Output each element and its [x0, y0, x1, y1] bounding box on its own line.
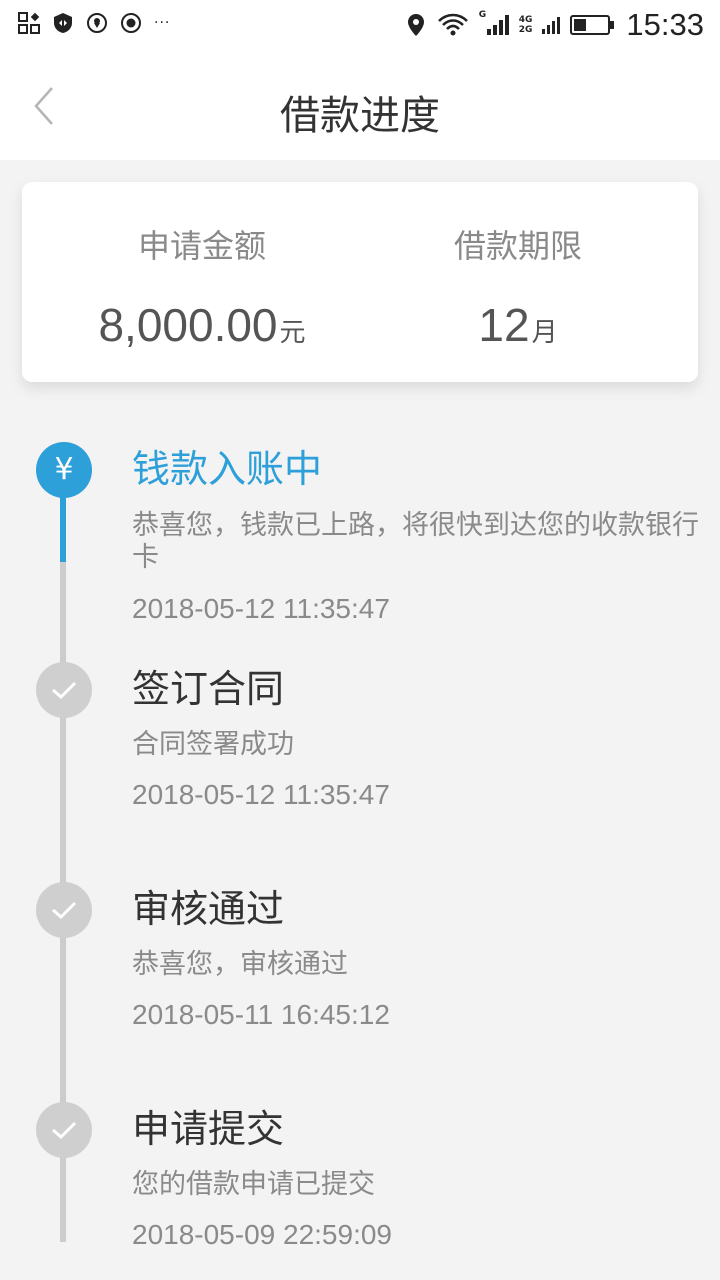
step-marker-active: ¥: [36, 442, 92, 498]
step-timestamp: 2018-05-12 11:35:47: [132, 593, 390, 624]
timeline-line-active: [60, 490, 66, 562]
battery-icon: [570, 14, 616, 36]
network-type: 4G 2G: [519, 15, 533, 35]
check-icon: [52, 901, 77, 920]
step-marker-done: [36, 662, 92, 718]
check-icon: [52, 1121, 77, 1140]
step-title: 审核通过: [132, 887, 285, 931]
signal-secondary-icon: [542, 14, 561, 36]
amount-label: 申请金额: [137, 227, 266, 265]
step-description: 恭喜您，审核通过: [132, 949, 348, 980]
term-unit: 月: [531, 318, 558, 348]
step-timestamp: 2018-05-09 22:59:09: [132, 1219, 392, 1250]
check-icon: [52, 681, 77, 700]
signal-icon: G: [479, 10, 509, 36]
step-description: 您的借款申请已提交: [132, 1169, 375, 1200]
location-icon: [405, 14, 427, 36]
progress-timeline: ¥ 钱款入账中 恭喜您，钱款已上路，将很快到达您的收款银行卡 2018-05-1…: [0, 410, 720, 1280]
network-type-bottom: 2G: [518, 25, 533, 35]
status-bar-right: G 4G 2G 15:33: [405, 6, 704, 44]
network-type-top: 4G: [518, 15, 533, 25]
signal-badge: G: [478, 10, 487, 20]
amount-value-row: 8,000.00元: [52, 298, 352, 363]
amount-value: 8,000.00: [98, 299, 278, 351]
shield-icon: [52, 12, 74, 34]
step-description: 恭喜您，钱款已上路，将很快到达您的收款银行卡: [132, 510, 699, 573]
term-section: 借款期限 12月: [368, 226, 668, 363]
step-title: 钱款入账中: [132, 447, 323, 491]
status-time: 15:33: [626, 7, 704, 42]
step-title: 申请提交: [132, 1107, 285, 1151]
step-description: 合同签署成功: [132, 729, 294, 760]
term-value-row: 12月: [368, 298, 668, 363]
yen-icon: ¥: [54, 452, 74, 487]
page-title: 借款进度: [280, 93, 440, 139]
term-value: 12: [478, 299, 530, 351]
step-marker-done: [36, 882, 92, 938]
more-dots-icon: ···: [154, 15, 171, 31]
amount-section: 申请金额 8,000.00元: [52, 226, 352, 363]
step-marker-done: [36, 1102, 92, 1158]
record-icon: [120, 12, 142, 34]
loan-summary-card: 申请金额 8,000.00元 借款期限 12月: [22, 182, 698, 382]
step-timestamp: 2018-05-12 11:35:47: [132, 779, 390, 810]
amount-unit: 元: [279, 318, 306, 348]
header-bar: 借款进度: [0, 50, 720, 160]
wifi-icon: [437, 13, 469, 36]
qr-scan-icon: [18, 12, 40, 34]
location-pin-icon: [86, 12, 108, 34]
status-bar: ··· G 4G 2G 15:33: [0, 0, 720, 50]
term-label: 借款期限: [453, 227, 582, 265]
step-title: 签订合同: [132, 667, 285, 711]
status-bar-left: ···: [18, 12, 170, 34]
step-timestamp: 2018-05-11 16:45:12: [132, 999, 390, 1030]
